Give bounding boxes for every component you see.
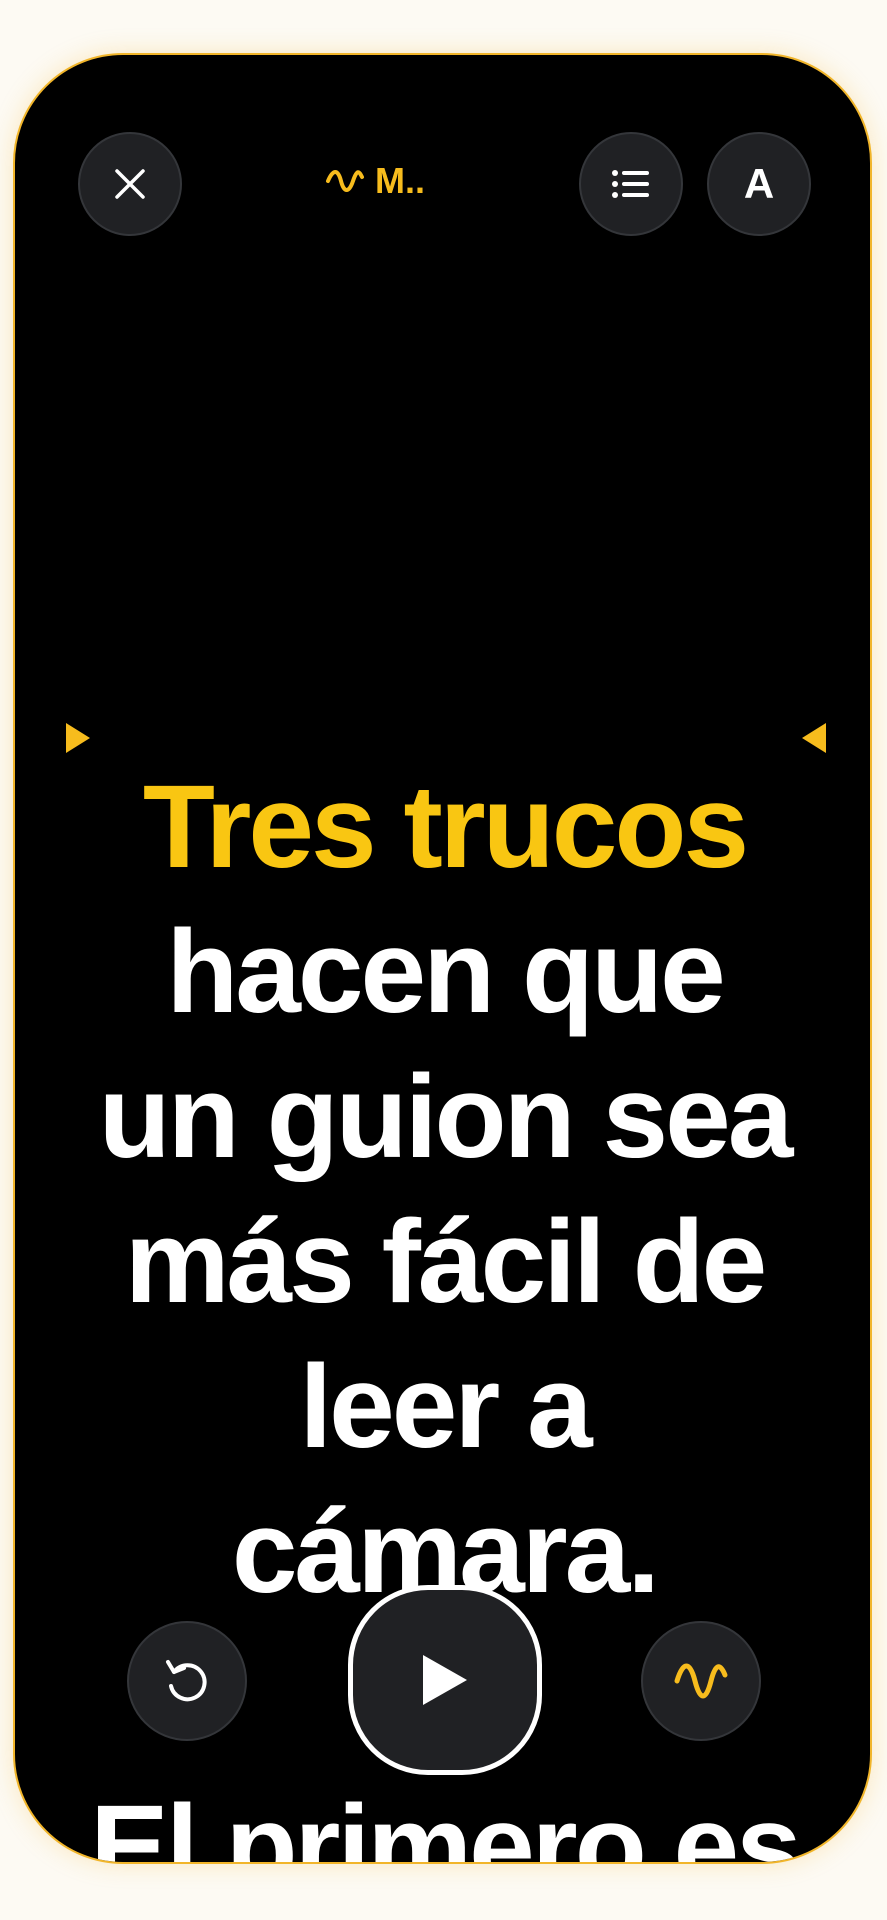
voice-scroll-button[interactable] bbox=[641, 1621, 761, 1741]
script-current-line: Tres trucos bbox=[142, 761, 749, 893]
script-line: hacen que bbox=[166, 906, 726, 1038]
waveform-icon bbox=[674, 1663, 728, 1699]
restart-button[interactable] bbox=[127, 1621, 247, 1741]
script-title-text: M.. bbox=[375, 160, 425, 201]
script-line: leer a bbox=[299, 1341, 592, 1473]
script-text: Tres trucos hacen que un guion sea más f… bbox=[35, 755, 854, 1625]
script-line: un guion sea bbox=[98, 1051, 794, 1183]
font-settings-button[interactable]: A bbox=[707, 132, 811, 236]
waveform-icon bbox=[326, 170, 364, 192]
close-icon bbox=[115, 169, 145, 199]
reading-marker-left bbox=[66, 723, 90, 753]
script-line: más fácil de bbox=[124, 1196, 768, 1328]
script-next-line: El primero es bbox=[90, 1781, 802, 1864]
list-icon bbox=[612, 170, 649, 198]
reading-marker-right bbox=[802, 723, 826, 753]
script-title[interactable]: M.. bbox=[325, 160, 425, 202]
teleprompter-screen: M.. A Tres trucos hacen que un guion sea… bbox=[13, 53, 872, 1864]
font-settings-label: A bbox=[743, 160, 775, 207]
play-icon bbox=[423, 1655, 467, 1705]
play-button[interactable] bbox=[348, 1585, 542, 1775]
restart-icon bbox=[166, 1660, 207, 1702]
close-button[interactable] bbox=[78, 132, 182, 236]
script-list-button[interactable] bbox=[579, 132, 683, 236]
